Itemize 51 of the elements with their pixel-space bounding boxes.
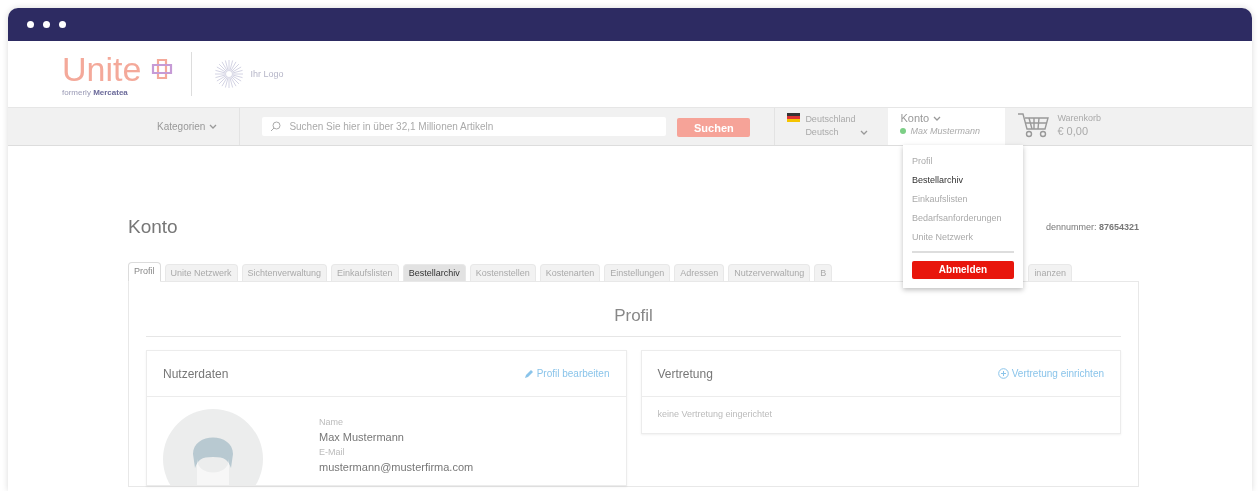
field-label: Name [319,417,344,427]
logo-tagline: formerly Mercatea [62,87,129,97]
search-button[interactable]: Suchen [677,118,751,137]
tab[interactable]: Unite Netzwerk [164,264,238,281]
window-dot-icon[interactable] [59,21,66,28]
tab[interactable]: Nutzerverwaltung [728,264,811,281]
menu-item[interactable]: Bedarfsanforderungen [912,209,1014,228]
add-deputy-link[interactable]: Vertretung einrichten [997,368,1104,379]
tab[interactable]: Kostenstellen [469,264,536,281]
tab[interactable]: Sichtenverwaltung [241,264,328,281]
menu-item[interactable]: Profil [912,152,1014,171]
search-field[interactable]: Suchen Sie hier in über 32,1 Millionen Artikeln [262,117,667,136]
sunburst-logo-icon [214,59,245,89]
empty-message: keine Vertretung eingerichtet [656,408,774,421]
categories-menu[interactable]: Kategorien [157,108,241,145]
menu-item[interactable]: Unite Netzwerk [912,228,1014,247]
menu-item[interactable]: Bestellarchiv [912,171,1014,190]
card-title: Vertretung [657,366,713,381]
tab[interactable]: Einkaufslisten [331,264,399,281]
cart-button[interactable]: Warenkorb € 0,00 [1017,108,1102,145]
tab[interactable]: B [814,264,833,281]
field-value: Max Mustermann [319,431,405,443]
tab[interactable]: Profil [128,262,161,282]
tab[interactable]: Kostenarten [539,264,601,281]
german-flag-icon [787,113,801,122]
logo-wordmark: Unite [62,51,142,86]
customer-number: dennummer: 87654321 [1045,222,1139,232]
menu-item[interactable]: Einkaufslisten [912,190,1014,209]
card-title: Nutzerdaten [163,366,229,381]
tab[interactable]: Bestellarchiv [402,264,466,281]
tab[interactable]: Adressen [674,264,725,281]
logout-button[interactable]: Abmelden [912,261,1014,279]
shopping-cart-icon [1017,112,1052,138]
search-icon [270,121,282,132]
edit-profile-link[interactable]: Profil bearbeiten [523,368,610,379]
tab[interactable]: inanzen [1028,264,1072,281]
region-selector[interactable]: Deutschland Deutsch [774,108,881,145]
plus-circle-icon [997,368,1009,379]
pencil-icon [523,368,534,379]
chevron-down-icon [860,130,869,135]
field-label: E-Mail [319,447,346,457]
chevron-down-icon [933,115,942,121]
field-value: mustermann@musterfirma.com [319,461,474,473]
page-title: Konto [128,216,178,238]
chevron-down-icon [209,124,218,129]
tab[interactable]: Einstellungen [604,264,671,281]
account-menu-button[interactable]: Konto Max Mustermann [888,108,1006,145]
panel-title: Profil [146,282,1121,337]
search-input[interactable]: Suchen Sie hier in über 32,1 Millionen Artikeln [289,121,667,132]
window-dot-icon[interactable] [27,21,34,28]
window-dot-icon[interactable] [43,21,50,28]
